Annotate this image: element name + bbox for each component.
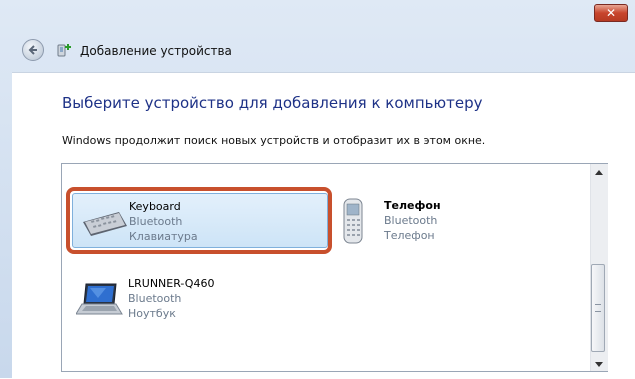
device-item-phone[interactable]: Телефон Bluetooth Телефон — [338, 193, 578, 248]
device-connection: Bluetooth — [384, 214, 438, 227]
add-device-icon — [57, 42, 73, 58]
grip-icon — [595, 304, 601, 312]
device-connection: Bluetooth — [128, 292, 182, 305]
device-item-laptop[interactable]: LRUNNER-Q460 Bluetooth Ноутбук — [72, 272, 328, 327]
window-title: Добавление устройства — [80, 44, 232, 58]
info-text: Windows продолжит поиск новых устройств … — [62, 134, 486, 147]
device-name: LRUNNER-Q460 — [128, 277, 215, 290]
scrollbar-thumb[interactable] — [591, 264, 605, 352]
device-type: Ноутбук — [128, 307, 176, 320]
phone-icon — [342, 197, 366, 251]
chevron-down-icon — [594, 361, 603, 367]
back-button[interactable] — [22, 39, 44, 61]
scroll-down-button[interactable] — [590, 356, 607, 372]
device-name: Телефон — [384, 199, 441, 212]
close-button[interactable]: ✕ — [594, 4, 628, 22]
device-type: Телефон — [384, 229, 435, 242]
scroll-up-button[interactable] — [590, 164, 607, 180]
selection-highlight — [66, 187, 332, 254]
title-bar — [0, 0, 635, 32]
back-arrow-icon — [28, 45, 37, 55]
laptop-icon — [75, 282, 124, 322]
page-heading: Выберите устройство для добавления к ком… — [62, 94, 483, 112]
chevron-up-icon — [594, 169, 603, 175]
